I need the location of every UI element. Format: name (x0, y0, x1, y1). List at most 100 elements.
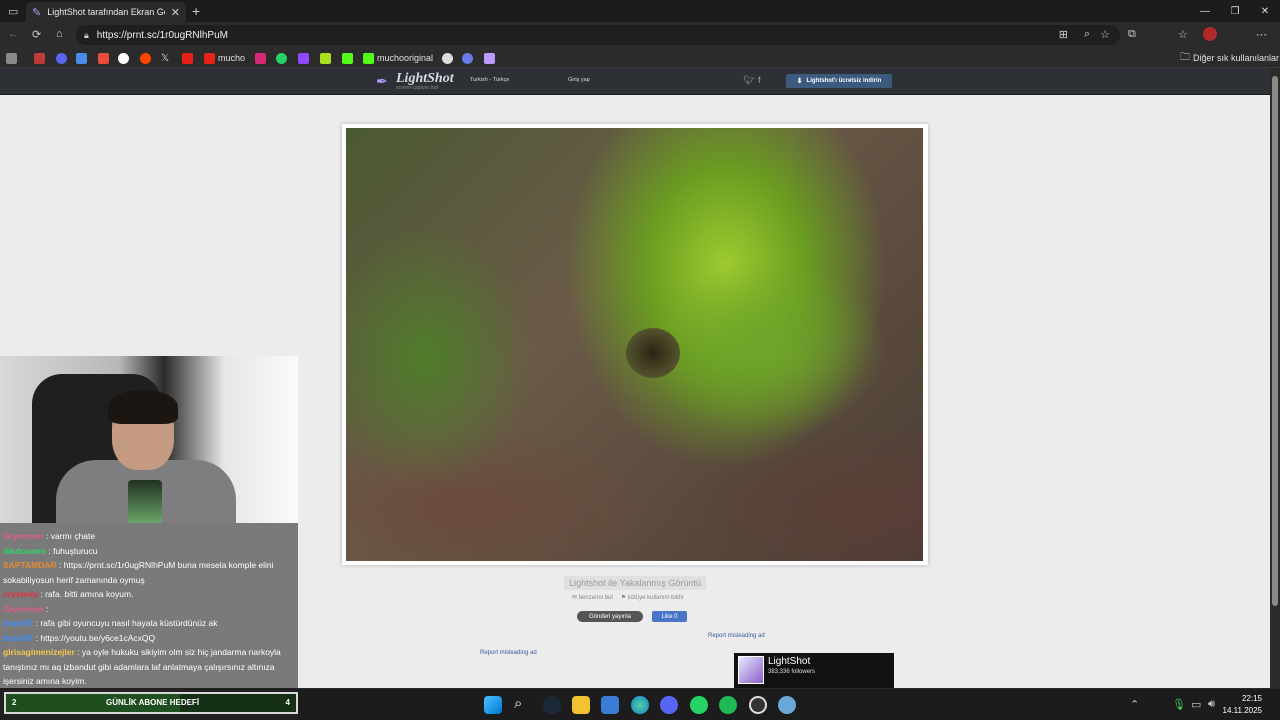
other-bookmarks[interactable]: 🗀︎ Diğer sık kullanılanlar (1180, 51, 1279, 65)
bookmark-1[interactable] (6, 51, 17, 65)
chat-message: Gryonnnn : (3, 602, 295, 617)
refresh-icon[interactable]: ⟳ (32, 28, 41, 41)
fb-page-name: LightShot (768, 656, 811, 667)
report-ad-link[interactable]: Report misleading ad (708, 633, 765, 639)
flag-icon: ⚑ (620, 595, 627, 601)
volume-icon[interactable]: 🔊︎ (1208, 698, 1215, 711)
new-tab-icon[interactable]: + (192, 3, 200, 19)
bookmark-icon (76, 52, 87, 64)
scrollbar-thumb[interactable] (1272, 76, 1278, 606)
twitter-icon[interactable]: 🐦︎ (743, 75, 754, 86)
steam-icon[interactable] (543, 696, 561, 714)
chat-username[interactable]: Gryonnnn (3, 531, 44, 541)
chat-username[interactable]: Gryonnnn (3, 604, 44, 614)
bookmark-muchooriginal[interactable]: muchooriginal (363, 51, 433, 65)
chat-username[interactable]: girisagimenizejler (3, 647, 75, 657)
chat-text: rafa. bitti amına koyum. (45, 589, 134, 599)
discord-icon[interactable] (660, 696, 678, 714)
edge-icon[interactable] (631, 696, 649, 714)
profile-avatar[interactable] (1203, 27, 1217, 41)
screenshot-frame (342, 124, 928, 565)
zoom-icon[interactable]: ⌕ (1084, 28, 1090, 41)
bookmark-5[interactable] (98, 51, 109, 65)
favorites-icon[interactable]: ☆ (1178, 28, 1188, 41)
chat-username[interactable]: brain97 (3, 633, 33, 643)
browser-tab[interactable]: ✎ LightShot tarafından Ekran Görüntü ✕ (26, 2, 186, 22)
find-similar-link[interactable]: ✉ benzerini bul (572, 594, 613, 601)
chat-username[interactable]: brain97 (3, 618, 33, 628)
app-icon[interactable] (778, 696, 796, 714)
chat-message: crystedy : rafa. bitti amına koyum. (3, 587, 295, 602)
bookmark-3[interactable] (56, 51, 67, 65)
download-icon: ⬇ (796, 78, 803, 85)
bookmark-7[interactable] (140, 51, 151, 65)
bookmark-mucho[interactable]: mucho (204, 51, 245, 65)
language-select[interactable]: Turkish - Türkçe (470, 77, 509, 83)
bookmark-10[interactable] (255, 51, 266, 65)
tweet-button[interactable]: Gönderi yayınla (577, 611, 643, 622)
bookmark-13[interactable] (320, 51, 331, 65)
chat-username[interactable]: SAPTAMDAR (3, 560, 57, 570)
app-grid-icon[interactable]: ⊞ (1059, 28, 1068, 41)
close-tab-icon[interactable]: ✕ (171, 6, 180, 19)
lightshot-tagline: screen capture tool (396, 85, 439, 91)
bookmark-15[interactable] (442, 51, 453, 65)
google-icon (118, 52, 129, 64)
lightshot-icon (484, 52, 495, 64)
start-icon[interactable] (484, 696, 502, 714)
screenshot-image[interactable] (346, 128, 923, 561)
home-icon[interactable]: ⌂ (56, 28, 63, 40)
lightshot-logo-icon[interactable]: ✒ (376, 73, 388, 90)
bookmark-2[interactable] (34, 51, 45, 65)
minimize-button[interactable]: — (1188, 0, 1222, 22)
spotify-icon[interactable] (719, 696, 737, 714)
bookmark-17[interactable] (484, 51, 495, 65)
facebook-page-widget[interactable]: LightShot 383,336 followers (734, 653, 894, 688)
file-explorer-icon[interactable] (572, 696, 590, 714)
download-button[interactable]: ⬇ Lightshot'ı ücretsiz indirin (786, 74, 892, 88)
clock[interactable]: 22:15 14.11.2025 (1223, 693, 1262, 717)
url-field[interactable]: 🔒︎ https://prnt.sc/1r0ugRNlhPuM ☆ ⌕ ⊞ (76, 25, 1120, 45)
chat-separator: : (56, 560, 64, 570)
bookmark-12[interactable] (298, 51, 309, 65)
obs-icon[interactable] (749, 696, 767, 714)
chat-username[interactable]: dikdonmm (3, 546, 46, 556)
bottle (128, 480, 162, 523)
close-window-button[interactable]: ✕ (1248, 0, 1280, 22)
back-icon[interactable]: ← (8, 28, 19, 40)
network-icon[interactable]: ▭ (1191, 698, 1201, 711)
whatsapp-icon[interactable] (690, 696, 708, 714)
chat-separator: : (43, 603, 49, 614)
bookmark-8[interactable]: 𝕏 (161, 51, 169, 65)
bookmark-4[interactable] (76, 51, 87, 65)
chat-separator: : (43, 531, 51, 541)
bookmark-14[interactable] (342, 51, 353, 65)
bookmarks-bar: 𝕏 mucho muchooriginal 🗀︎ Diğer sık kullan… (0, 48, 1280, 68)
more-menu-icon[interactable]: ⋯ (1256, 28, 1267, 41)
reddit-icon (140, 52, 151, 64)
search-icon[interactable]: ⌕ (514, 695, 522, 712)
url-text: https://prnt.sc/1r0ugRNlhPuM (96, 29, 228, 41)
report-ad-link-2[interactable]: Report misleading ad (480, 650, 537, 656)
facebook-icon[interactable]: f (758, 75, 761, 85)
webcam-overlay (0, 356, 298, 523)
chat-username[interactable]: crystedy (3, 589, 38, 599)
bookmark-6[interactable] (118, 51, 129, 65)
kick-icon (363, 52, 374, 64)
maximize-button[interactable]: ❐ (1218, 0, 1252, 22)
login-link[interactable]: Giriş yap (568, 77, 590, 83)
extensions-icon[interactable]: ⧉ (1128, 28, 1136, 41)
bookmark-icon (320, 52, 331, 64)
bookmark-11[interactable] (276, 51, 287, 65)
bookmark-16[interactable] (462, 51, 473, 65)
report-abuse-link[interactable]: ⚑ kötüye kullanım bildir (621, 594, 684, 601)
page-scrollbar[interactable] (1270, 68, 1280, 688)
tray-chevron-icon[interactable]: ⌃ (1130, 698, 1139, 711)
mic-icon[interactable]: 🎙︎ (1172, 698, 1186, 711)
bookmark-9[interactable] (182, 51, 193, 65)
store-icon[interactable] (601, 696, 619, 714)
favorite-star-icon[interactable]: ☆ (1100, 28, 1110, 41)
window-menu-icon[interactable]: ▭ (8, 5, 18, 18)
facebook-like-button[interactable]: Like 0 (652, 611, 687, 622)
report-abuse-label: kötüye kullanım bildir (627, 595, 684, 601)
